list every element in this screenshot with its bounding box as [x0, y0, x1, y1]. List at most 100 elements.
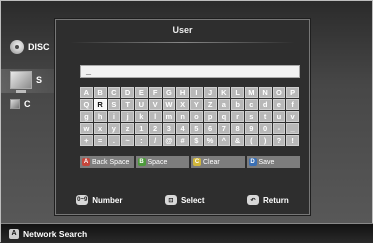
keyboard-key[interactable]: w: [80, 123, 93, 134]
keyboard-key[interactable]: u: [272, 111, 286, 122]
keyboard-key[interactable]: p: [203, 111, 217, 122]
keyboard-key[interactable]: :: [135, 135, 148, 146]
keyboard-key[interactable]: %: [203, 135, 217, 146]
keyboard-key[interactable]: M: [245, 87, 258, 98]
keyboard-key[interactable]: @: [162, 135, 176, 146]
keyboard-key[interactable]: x: [93, 123, 107, 134]
keyboard-key[interactable]: q: [217, 111, 231, 122]
keyboard-key[interactable]: (: [245, 135, 258, 146]
keyboard-key[interactable]: 7: [217, 123, 231, 134]
keyboard-key[interactable]: o: [190, 111, 203, 122]
keyboard-key[interactable]: r: [231, 111, 244, 122]
space-button[interactable]: B Space: [135, 156, 189, 168]
keyboard-key[interactable]: X: [176, 99, 189, 110]
clear-button[interactable]: C Clear: [191, 156, 245, 168]
keyboard-key[interactable]: _: [286, 123, 299, 134]
keyboard-key[interactable]: j: [121, 111, 134, 122]
keyboard-key[interactable]: U: [135, 99, 148, 110]
keyboard-key-selected[interactable]: R: [93, 99, 107, 110]
keyboard-key[interactable]: g: [80, 111, 93, 122]
keyboard-key[interactable]: P: [286, 87, 299, 98]
keyboard-key[interactable]: #: [176, 135, 189, 146]
keyboard-key[interactable]: H: [176, 87, 189, 98]
menu-item-c[interactable]: C: [10, 99, 31, 109]
keyboard-row: ghijklmnopqrstuv: [80, 111, 300, 122]
menu-item-setup-label: S: [36, 75, 43, 85]
keyboard-key[interactable]: f: [286, 99, 299, 110]
keyboard-key[interactable]: i: [107, 111, 121, 122]
keyboard-key[interactable]: m: [162, 111, 176, 122]
keyboard-key[interactable]: E: [135, 87, 148, 98]
keyboard-key[interactable]: h: [93, 111, 107, 122]
keyboard-key[interactable]: b: [231, 99, 244, 110]
number-hint-label: Number: [92, 195, 123, 205]
menu-item-setup[interactable]: S: [10, 71, 43, 93]
keyboard-key[interactable]: t: [258, 111, 272, 122]
keyboard-key[interactable]: 5: [190, 123, 203, 134]
keyboard-key[interactable]: !: [286, 135, 299, 146]
keyboard-key[interactable]: z: [121, 123, 134, 134]
keyboard-key[interactable]: 3: [162, 123, 176, 134]
color-button-c-icon: C: [193, 158, 201, 166]
menu-item-disc[interactable]: DISC: [10, 40, 50, 54]
network-search-label[interactable]: Network Search: [23, 229, 87, 239]
keyboard-key[interactable]: F: [148, 87, 162, 98]
keyboard-key[interactable]: Q: [80, 99, 93, 110]
keyboard-key[interactable]: D: [121, 87, 134, 98]
keyboard-key[interactable]: n: [176, 111, 189, 122]
keyboard-key[interactable]: 9: [245, 123, 258, 134]
keyboard-key[interactable]: =: [93, 135, 107, 146]
return-hint: ↶ Return: [246, 195, 289, 205]
keyboard-key[interactable]: Z: [203, 99, 217, 110]
keyboard-key[interactable]: 8: [231, 123, 244, 134]
keyboard-key[interactable]: d: [258, 99, 272, 110]
keyboard-key[interactable]: L: [231, 87, 244, 98]
keyboard-key[interactable]: v: [286, 111, 299, 122]
save-button[interactable]: D Save: [246, 156, 300, 168]
keyboard-key[interactable]: V: [148, 99, 162, 110]
keyboard-key[interactable]: .: [107, 135, 121, 146]
keyboard-key[interactable]: s: [245, 111, 258, 122]
keyboard-key[interactable]: ~: [121, 135, 134, 146]
keyboard-key[interactable]: &: [231, 135, 244, 146]
keyboard-key[interactable]: -: [272, 123, 286, 134]
keyboard-key[interactable]: 1: [135, 123, 148, 134]
keyboard-key[interactable]: O: [272, 87, 286, 98]
bottom-bar: A Network Search: [1, 223, 373, 243]
keyboard-key[interactable]: C: [107, 87, 121, 98]
keyboard-row: + =. ~: / @ # $% ^ &()?!: [80, 135, 300, 146]
keyboard-key[interactable]: N: [258, 87, 272, 98]
keyboard-key[interactable]: G: [162, 87, 176, 98]
back-space-button[interactable]: A Back Space: [80, 156, 134, 168]
keyboard-key[interactable]: ^: [217, 135, 231, 146]
disc-icon: [10, 40, 24, 54]
keyboard-key[interactable]: W: [162, 99, 176, 110]
keyboard-key[interactable]: $: [190, 135, 203, 146]
keyboard-key[interactable]: B: [93, 87, 107, 98]
keyboard-key[interactable]: y: [107, 123, 121, 134]
keyboard-key[interactable]: 6: [203, 123, 217, 134]
keyboard-key[interactable]: +: [80, 135, 93, 146]
keyboard-key[interactable]: ): [258, 135, 272, 146]
keyboard-key[interactable]: ?: [272, 135, 286, 146]
color-button-a-icon: A: [82, 158, 90, 166]
keyboard-key[interactable]: 2: [148, 123, 162, 134]
keyboard-key[interactable]: l: [148, 111, 162, 122]
keyboard-key[interactable]: I: [190, 87, 203, 98]
keyboard-key[interactable]: e: [272, 99, 286, 110]
keyboard-key[interactable]: 0: [258, 123, 272, 134]
keyboard-key[interactable]: c: [245, 99, 258, 110]
keyboard-key[interactable]: K: [217, 87, 231, 98]
keyboard-key[interactable]: a: [217, 99, 231, 110]
save-label: Save: [258, 158, 275, 166]
keyboard-key[interactable]: 4: [176, 123, 189, 134]
keyboard-key[interactable]: T: [121, 99, 134, 110]
keyboard-key[interactable]: J: [203, 87, 217, 98]
on-screen-keyboard: ABCDEFGHIJKLMNOPQRSTUVWXYZabcdefghijklmn…: [80, 87, 300, 147]
keyboard-key[interactable]: Y: [190, 99, 203, 110]
user-name-input[interactable]: _: [80, 65, 300, 78]
keyboard-key[interactable]: k: [135, 111, 148, 122]
keyboard-key[interactable]: A: [80, 87, 93, 98]
keyboard-key[interactable]: /: [148, 135, 162, 146]
keyboard-key[interactable]: S: [107, 99, 121, 110]
